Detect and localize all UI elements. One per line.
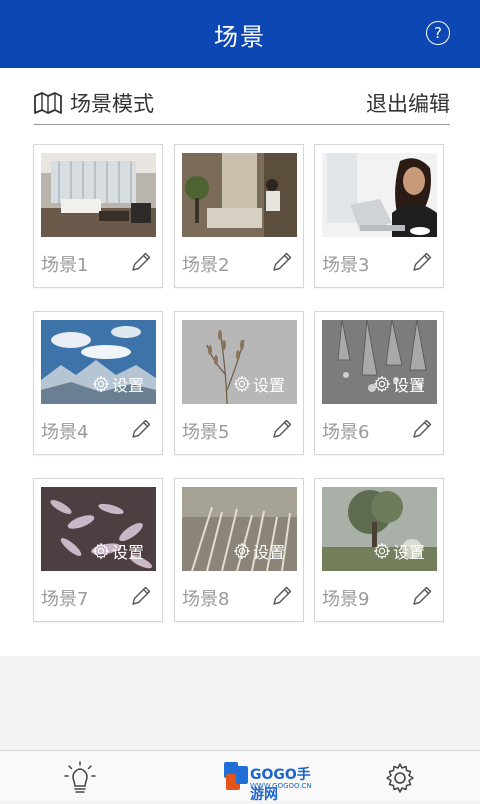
scene-card-5[interactable]: 设置 场景5 [174, 311, 304, 455]
gear-icon [373, 542, 391, 560]
scene-tab-logo[interactable]: GOGO手游网 WWW.GOGOO.CN [222, 760, 322, 803]
scene-label: 场景6 [322, 422, 370, 443]
gear-icon [233, 375, 251, 393]
gear-icon [233, 542, 251, 560]
edit-icon[interactable] [271, 585, 293, 607]
setting-label: 设置 [112, 543, 145, 562]
scene-setting-button[interactable]: 设置 [233, 372, 297, 396]
scene-setting-button[interactable]: 设置 [373, 372, 437, 396]
edit-icon[interactable] [271, 251, 293, 273]
scene-setting-button[interactable]: 设置 [233, 539, 297, 563]
edit-icon[interactable] [411, 251, 433, 273]
scene-label: 场景2 [182, 255, 230, 276]
page-title: 场景 [214, 22, 266, 51]
help-icon: ? [434, 23, 442, 42]
scene-label: 场景8 [182, 589, 230, 610]
gear-icon [92, 542, 110, 560]
scene-setting-button[interactable]: 设置 [92, 539, 156, 563]
scene-setting-button[interactable]: 设置 [373, 539, 437, 563]
section-title: 场景模式 [70, 92, 154, 116]
section-header: 场景模式 退出编辑 [34, 88, 450, 125]
scene-photo [41, 153, 156, 237]
edit-icon[interactable] [130, 251, 152, 273]
scene-setting-button[interactable]: 设置 [92, 372, 156, 396]
scene-card-9[interactable]: 设置 场景9 [314, 478, 444, 622]
app-header: 场景 ? [0, 0, 480, 68]
scene-card-3[interactable]: 场景3 [314, 144, 444, 288]
edit-icon[interactable] [130, 418, 152, 440]
help-button[interactable]: ? [426, 21, 450, 45]
gear-icon [373, 375, 391, 393]
scene-label: 场景3 [322, 255, 370, 276]
scene-label: 场景4 [41, 422, 89, 443]
edit-icon[interactable] [130, 585, 152, 607]
gear-icon [92, 375, 110, 393]
scene-photo [182, 153, 297, 237]
scene-card-4[interactable]: 设置 场景4 [33, 311, 163, 455]
edit-icon[interactable] [411, 418, 433, 440]
exit-edit-button[interactable]: 退出编辑 [366, 88, 450, 118]
scene-card-2[interactable]: 场景2 [174, 144, 304, 288]
scene-label: 场景7 [41, 589, 89, 610]
setting-label: 设置 [393, 376, 426, 395]
setting-label: 设置 [393, 543, 426, 562]
scene-panel: 场景模式 退出编辑 场景1 场景2 场景3 设置 场景4 设置 场景5 设置 场… [0, 68, 480, 656]
setting-label: 设置 [253, 543, 286, 562]
edit-icon[interactable] [271, 418, 293, 440]
scene-label: 场景5 [182, 422, 230, 443]
scene-card-6[interactable]: 设置 场景6 [314, 311, 444, 455]
brand-url: WWW.GOGOO.CN [250, 782, 312, 790]
setting-label: 设置 [112, 376, 145, 395]
gear-icon[interactable] [384, 761, 416, 795]
lightbulb-icon[interactable] [64, 761, 96, 795]
scene-card-7[interactable]: 设置 场景7 [33, 478, 163, 622]
setting-label: 设置 [253, 376, 286, 395]
scene-label: 场景9 [322, 589, 370, 610]
scene-photo [322, 153, 437, 237]
scene-label: 场景1 [41, 255, 89, 276]
scene-card-1[interactable]: 场景1 [33, 144, 163, 288]
edit-icon[interactable] [411, 585, 433, 607]
map-icon [34, 92, 62, 114]
scene-card-8[interactable]: 设置 场景8 [174, 478, 304, 622]
